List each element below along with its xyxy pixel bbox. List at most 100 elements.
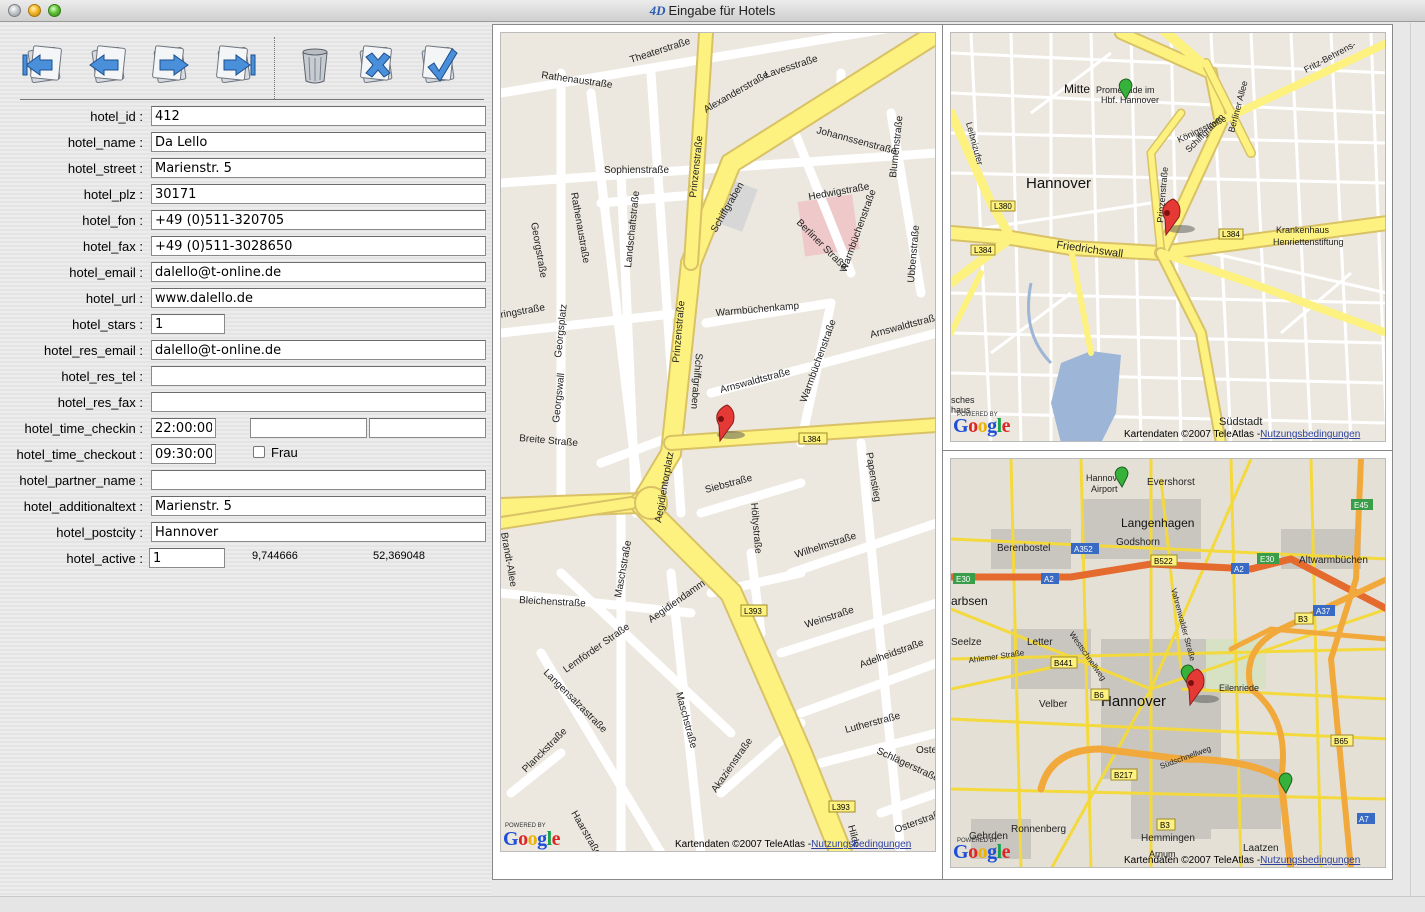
hotel-res-tel-field[interactable]: [151, 366, 486, 386]
svg-text:E30: E30: [1260, 555, 1275, 564]
next-record-icon: [152, 45, 189, 84]
svg-text:Mitte: Mitte: [1064, 82, 1090, 96]
terms-link[interactable]: Nutzungsbedingungen: [811, 839, 911, 850]
hotel-id-label: hotel_id :: [90, 109, 143, 124]
svg-text:B3: B3: [1298, 615, 1308, 624]
hotel-additionaltext-field[interactable]: [151, 496, 486, 516]
city-map[interactable]: Mitte Promenade im Hbf. Hannover Hannove…: [950, 32, 1386, 442]
svg-text:L393: L393: [744, 607, 762, 616]
accept-icon: [421, 45, 458, 84]
checkin-extra-field-1[interactable]: [250, 418, 367, 438]
last-record-button[interactable]: [212, 41, 258, 87]
hotel-fon-field[interactable]: [151, 210, 486, 230]
hotel-street-field[interactable]: [151, 158, 486, 178]
svg-text:B217: B217: [1114, 771, 1133, 780]
svg-text:L380: L380: [994, 202, 1012, 211]
region-google-logo-icon: Google: [953, 841, 1011, 863]
hotel-street-label: hotel_street :: [67, 161, 143, 176]
maps-horizontal-divider: [943, 450, 1393, 451]
svg-text:Südstadt: Südstadt: [1219, 416, 1262, 428]
detail-map-canvas: Theaterstraße Rathenaustraße Lavesstraße…: [501, 33, 936, 851]
accept-button[interactable]: [416, 41, 462, 87]
hotel-postcity-field[interactable]: [151, 522, 486, 542]
google-logo-icon: Google: [503, 828, 561, 850]
svg-text:B441: B441: [1054, 659, 1073, 668]
svg-text:Laatzen: Laatzen: [1243, 843, 1279, 854]
svg-text:Hbf. Hannover: Hbf. Hannover: [1101, 95, 1159, 105]
region-attribution-text: Kartendaten ©2007 TeleAtlas -: [1124, 855, 1261, 866]
svg-text:E45: E45: [1354, 501, 1369, 510]
window-titlebar: 4D Eingabe für Hotels: [0, 0, 1425, 22]
first-record-button[interactable]: [20, 41, 66, 87]
hotel-res-email-field[interactable]: [151, 340, 486, 360]
form-panel: [0, 23, 492, 903]
next-record-button[interactable]: [148, 41, 194, 87]
previous-record-button[interactable]: [84, 41, 130, 87]
svg-text:L384: L384: [974, 246, 992, 255]
window-title-text: Eingabe für Hotels: [668, 3, 776, 18]
hotel-url-field[interactable]: [151, 288, 486, 308]
hotel-time-checkin-field[interactable]: [151, 418, 216, 438]
svg-text:arbsen: arbsen: [951, 594, 988, 608]
toolbar-divider: [20, 99, 484, 100]
frau-label: Frau: [271, 445, 298, 460]
longitude-value: 9,744666: [252, 550, 298, 562]
svg-text:L384: L384: [803, 435, 821, 444]
hotel-name-field[interactable]: [151, 132, 486, 152]
city-terms-link[interactable]: Nutzungsbedingungen: [1260, 429, 1360, 440]
maps-vertical-divider: [942, 24, 943, 880]
first-record-icon: [22, 45, 62, 84]
svg-text:Berenbostel: Berenbostel: [997, 543, 1050, 554]
hotel-time-checkout-label: hotel_time_checkout :: [16, 447, 143, 462]
checkin-extra-field-2[interactable]: [369, 418, 486, 438]
detail-map-attribution: Kartendaten ©2007 TeleAtlas -Nutzungsbed…: [675, 839, 911, 850]
hotel-fax-field[interactable]: [151, 236, 486, 256]
region-map-canvas: Hannover Airport Evershorst Langenhagen …: [951, 459, 1385, 867]
hotel-res-email-label: hotel_res_email :: [44, 343, 143, 358]
city-attribution-text: Kartendaten ©2007 TeleAtlas -: [1124, 429, 1261, 440]
toolbar-separator: [274, 37, 275, 99]
hotel-active-field[interactable]: [149, 548, 225, 568]
hotel-res-fax-field[interactable]: [151, 392, 486, 412]
hotel-additionaltext-label: hotel_additionaltext :: [23, 499, 143, 514]
svg-text:Letter: Letter: [1027, 637, 1053, 648]
hotel-url-label: hotel_url :: [85, 291, 143, 306]
hotel-time-checkout-field[interactable]: [151, 444, 216, 464]
hotel-email-field[interactable]: [151, 262, 486, 282]
hotel-fon-label: hotel_fon :: [82, 213, 143, 228]
hotel-partner-name-label: hotel_partner_name :: [19, 473, 143, 488]
hotel-id-field[interactable]: [151, 106, 486, 126]
svg-text:E30: E30: [956, 575, 971, 584]
hotel-partner-name-field[interactable]: [151, 470, 486, 490]
svg-text:L384: L384: [1222, 230, 1240, 239]
last-record-icon: [216, 45, 256, 84]
svg-text:B6: B6: [1094, 691, 1104, 700]
svg-text:B522: B522: [1154, 557, 1173, 566]
svg-text:Hannover: Hannover: [1101, 693, 1166, 710]
region-terms-link[interactable]: Nutzungsbedingungen: [1260, 855, 1360, 866]
svg-text:Ronnenberg: Ronnenberg: [1011, 824, 1066, 835]
svg-text:A2: A2: [1234, 565, 1244, 574]
hotel-res-fax-label: hotel_res_fax :: [57, 395, 143, 410]
svg-text:Hannover: Hannover: [1026, 175, 1091, 192]
cancel-icon: [359, 45, 393, 84]
latitude-value: 52,369048: [373, 550, 425, 562]
svg-text:Oste: Oste: [916, 745, 936, 756]
detail-map[interactable]: Theaterstraße Rathenaustraße Lavesstraße…: [500, 32, 936, 852]
hotel-name-label: hotel_name :: [67, 135, 143, 150]
svg-text:Eilenriede: Eilenriede: [1219, 683, 1259, 693]
attribution-text: Kartendaten ©2007 TeleAtlas -: [675, 839, 812, 850]
hotel-postcity-label: hotel_postcity :: [56, 525, 143, 540]
window-right-edge: [1410, 23, 1425, 896]
svg-text:B3: B3: [1160, 821, 1170, 830]
delete-record-button[interactable]: [292, 41, 338, 87]
frau-checkbox[interactable]: [253, 446, 265, 458]
svg-text:A352: A352: [1074, 545, 1093, 554]
region-map[interactable]: Hannover Airport Evershorst Langenhagen …: [950, 458, 1386, 868]
svg-text:sches: sches: [951, 395, 975, 405]
hotel-stars-field[interactable]: [151, 314, 225, 334]
hotel-plz-field[interactable]: [151, 184, 486, 204]
cancel-button[interactable]: [354, 41, 400, 87]
hotel-stars-label: hotel_stars :: [72, 317, 143, 332]
svg-text:Langenhagen: Langenhagen: [1121, 516, 1194, 530]
